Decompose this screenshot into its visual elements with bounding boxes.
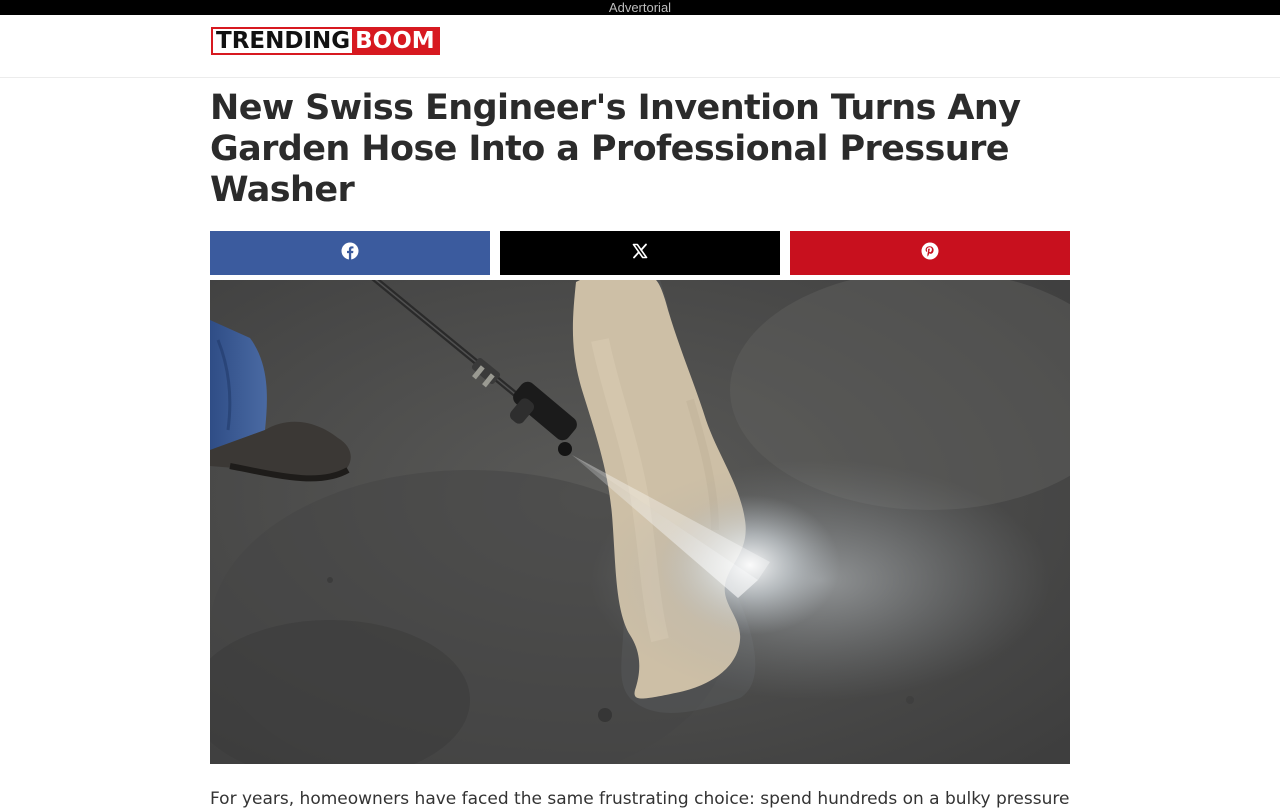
x-icon xyxy=(632,243,648,264)
facebook-icon xyxy=(341,242,359,265)
advertorial-banner: Advertorial xyxy=(0,0,1280,15)
pressure-washer-photo xyxy=(210,280,1070,764)
share-x-button[interactable] xyxy=(500,231,780,275)
advertorial-label: Advertorial xyxy=(608,0,672,15)
logo-text-boom: BOOM xyxy=(352,29,438,53)
share-facebook-button[interactable] xyxy=(210,231,490,275)
share-pinterest-button[interactable] xyxy=(790,231,1070,275)
article-hero-image xyxy=(210,280,1070,764)
article-body-paragraph: For years, homeowners have faced the sam… xyxy=(210,789,1070,809)
pinterest-icon xyxy=(921,242,939,265)
share-buttons xyxy=(210,231,1070,275)
logo-text-trending: TRENDING xyxy=(213,29,353,53)
site-header: TRENDING BOOM xyxy=(0,15,1280,78)
article-title: New Swiss Engineer's Invention Turns Any… xyxy=(210,88,1021,210)
site-logo[interactable]: TRENDING BOOM xyxy=(211,27,440,55)
